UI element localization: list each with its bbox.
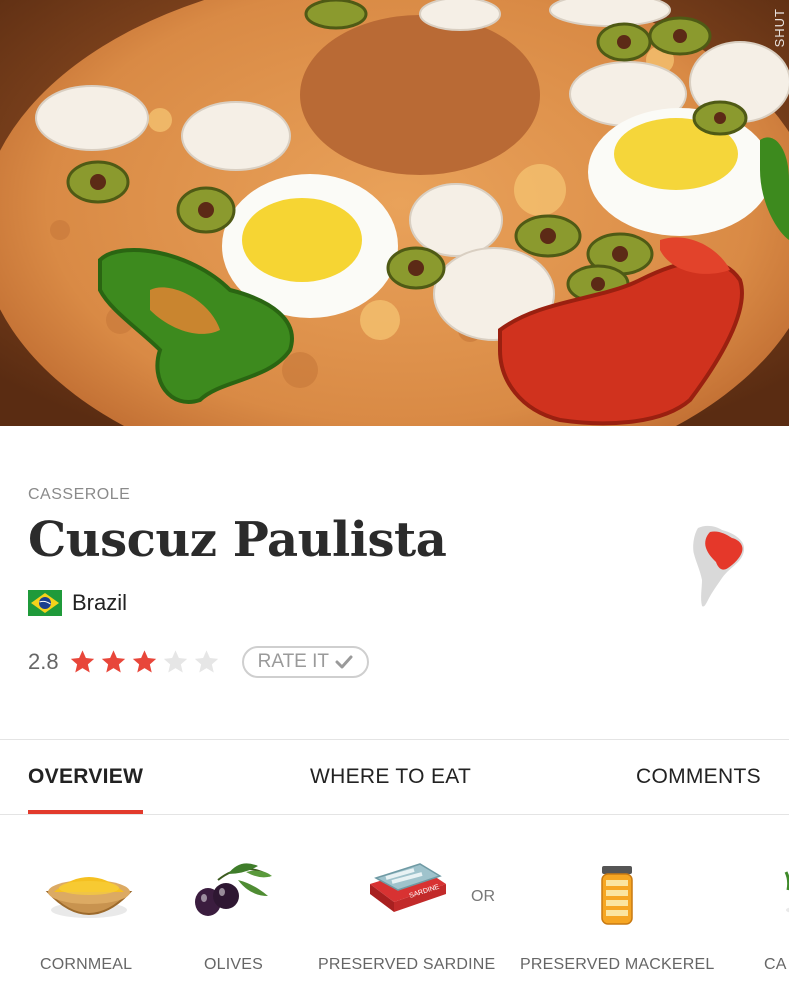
country-name: Brazil — [72, 590, 128, 615]
tab-comments[interactable]: COMMENTS — [636, 740, 761, 814]
country-link[interactable]: Brazil — [28, 590, 127, 616]
ingredient-label: OLIVES — [204, 956, 264, 973]
ingredient-label: CORNMEAL — [40, 956, 133, 973]
hero-image: SHUT — [0, 0, 789, 426]
rating-row: 2.8 RATE IT — [28, 646, 370, 678]
star-filled-icon — [70, 650, 94, 673]
star-empty-icon — [163, 650, 187, 673]
dish-category[interactable]: CASSEROLE — [28, 486, 768, 504]
rate-it-label: RATE IT — [257, 651, 330, 672]
rate-it-button[interactable]: RATE IT — [241, 646, 370, 678]
ingredient-preserved-sardine[interactable]: SARDINE PRESERVED SARDINE — [318, 840, 495, 973]
brazil-flag-icon — [28, 590, 62, 616]
ingredient-partial[interactable]: CA — [760, 840, 789, 973]
star-empty-icon — [194, 650, 218, 673]
dish-info: CASSEROLE Cuscuz Paulista Brazil 2.8 RAT… — [28, 486, 768, 678]
cornmeal-bowl-icon — [45, 877, 133, 918]
ingredient-olives[interactable]: OLIVES — [188, 840, 278, 973]
ingredient-label: PRESERVED MACKEREL — [520, 956, 715, 973]
ingredients-row: CORNMEAL OLIVES SARDINE PRESERVED SARDIN… — [0, 840, 789, 1000]
tab-where-to-eat[interactable]: WHERE TO EAT — [310, 740, 471, 814]
partial-ingredient-icon — [784, 871, 789, 913]
checkmark-icon — [335, 655, 353, 669]
mackerel-jar-icon — [601, 866, 633, 925]
tab-overview[interactable]: OVERVIEW — [28, 740, 144, 814]
olives-icon — [195, 863, 272, 916]
rating-value: 2.8 — [28, 649, 59, 674]
tab-bar: OVERVIEW WHERE TO EAT COMMENTS — [0, 739, 789, 815]
watermark-text: SHUT — [772, 8, 787, 48]
ingredient-cornmeal[interactable]: CORNMEAL — [40, 840, 134, 973]
dish-photo — [0, 0, 789, 426]
ingredient-preserved-mackerel[interactable]: PRESERVED MACKEREL — [520, 840, 714, 973]
dish-title: Cuscuz Paulista — [28, 512, 447, 568]
star-filled-icon — [132, 650, 156, 673]
or-separator: OR — [471, 888, 495, 905]
ingredient-label: CA — [764, 956, 787, 973]
star-filled-icon — [101, 650, 125, 673]
south-america-map-icon[interactable] — [692, 524, 746, 608]
ingredient-label: PRESERVED SARDINE — [318, 956, 496, 973]
star-rating — [67, 648, 222, 676]
sardine-can-icon: SARDINE — [370, 863, 446, 912]
